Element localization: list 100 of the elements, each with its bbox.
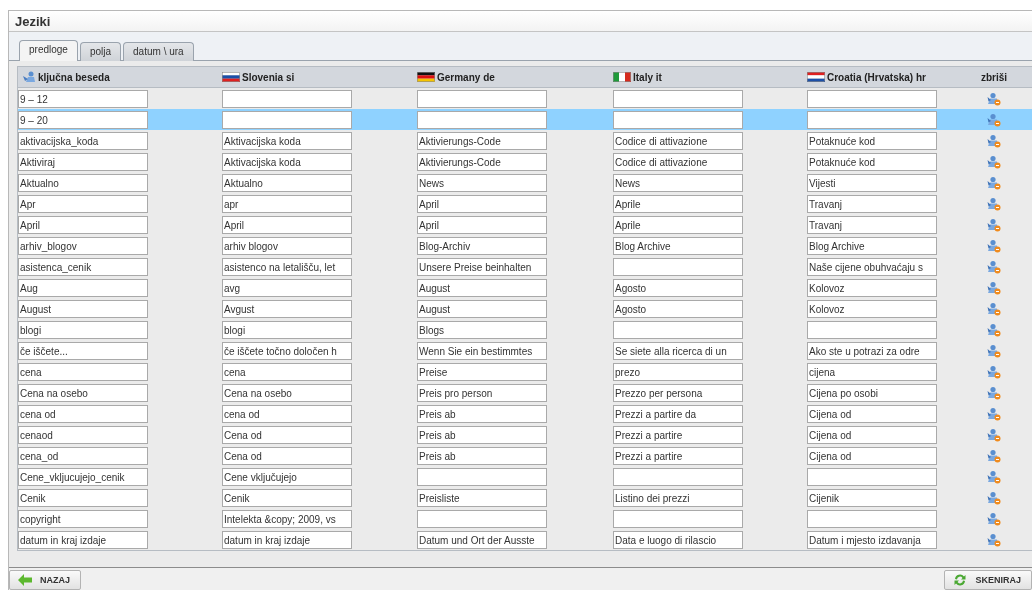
text-field[interactable]: 9 – 12: [18, 90, 148, 109]
text-field[interactable]: Travanj: [807, 216, 937, 235]
text-field[interactable]: Blogs: [417, 321, 547, 340]
text-field[interactable]: datum in kraj izdaje: [222, 531, 352, 550]
text-field[interactable]: Data e luogo di rilascio: [613, 531, 743, 550]
text-field[interactable]: Naše cijene obuhvaćaju s: [807, 258, 937, 277]
text-field[interactable]: Aktualno: [18, 174, 148, 193]
text-field[interactable]: Aktivierungs-Code: [417, 132, 547, 151]
text-field[interactable]: News: [417, 174, 547, 193]
text-field[interactable]: Preise: [417, 363, 547, 382]
text-field[interactable]: Cijena od: [807, 426, 937, 445]
text-field[interactable]: Kolovoz: [807, 279, 937, 298]
text-field[interactable]: Datum i mjesto izdavanja: [807, 531, 937, 550]
text-field[interactable]: Aktiviraj: [18, 153, 148, 172]
text-field[interactable]: če iščete...: [18, 342, 148, 361]
text-field[interactable]: News: [613, 174, 743, 193]
text-field[interactable]: Aprile: [613, 195, 743, 214]
text-field[interactable]: Cena na osebo: [222, 384, 352, 403]
text-field[interactable]: Preisliste: [417, 489, 547, 508]
text-field[interactable]: Aug: [18, 279, 148, 298]
text-field[interactable]: Prezzi a partire: [613, 426, 743, 445]
text-field[interactable]: Wenn Sie ein bestimmtes: [417, 342, 547, 361]
text-field[interactable]: Prezzi a partire da: [613, 405, 743, 424]
text-field[interactable]: Listino dei prezzi: [613, 489, 743, 508]
text-field[interactable]: Se siete alla ricerca di un: [613, 342, 743, 361]
text-field[interactable]: Cijena od: [807, 447, 937, 466]
text-field[interactable]: avg: [222, 279, 352, 298]
text-field[interactable]: datum in kraj izdaje: [18, 531, 148, 550]
text-field[interactable]: arhiv_blogov: [18, 237, 148, 256]
text-field[interactable]: August: [417, 279, 547, 298]
tab[interactable]: datum \ ura: [123, 42, 194, 61]
column-header: Croatia (Hrvatska) hr: [827, 71, 926, 83]
text-field[interactable]: April: [222, 216, 352, 235]
text-field[interactable]: Ako ste u potrazi za odre: [807, 342, 937, 361]
text-field[interactable]: Datum und Ort der Ausste: [417, 531, 547, 550]
text-field[interactable]: Preis ab: [417, 405, 547, 424]
text-field[interactable]: arhiv blogov: [222, 237, 352, 256]
text-field[interactable]: Cena od: [222, 447, 352, 466]
text-field[interactable]: Apr: [18, 195, 148, 214]
text-field[interactable]: če iščete točno določen h: [222, 342, 352, 361]
text-field[interactable]: Blog Archive: [807, 237, 937, 256]
text-field[interactable]: Codice di attivazione: [613, 132, 743, 151]
text-field[interactable]: Prezzo per persona: [613, 384, 743, 403]
text-field[interactable]: Aprile: [613, 216, 743, 235]
text-field[interactable]: cena_od: [18, 447, 148, 466]
text-field[interactable]: copyright: [18, 510, 148, 529]
text-field[interactable]: Aktualno: [222, 174, 352, 193]
text-field[interactable]: April: [417, 216, 547, 235]
text-field[interactable]: Preis pro person: [417, 384, 547, 403]
text-field[interactable]: Agosto: [613, 279, 743, 298]
back-button[interactable]: NAZAJ: [9, 570, 81, 590]
text-field[interactable]: Preis ab: [417, 447, 547, 466]
text-field[interactable]: Potaknuće kod: [807, 153, 937, 172]
text-field[interactable]: aktivacijska_koda: [18, 132, 148, 151]
text-field[interactable]: Cenik: [18, 489, 148, 508]
text-field[interactable]: Preis ab: [417, 426, 547, 445]
text-field[interactable]: April: [417, 195, 547, 214]
text-field[interactable]: August: [417, 300, 547, 319]
text-field[interactable]: Intelekta &copy; 2009, vs: [222, 510, 352, 529]
text-field[interactable]: Vijesti: [807, 174, 937, 193]
text-field[interactable]: Prezzi a partire: [613, 447, 743, 466]
text-field[interactable]: cena od: [222, 405, 352, 424]
tab[interactable]: predloge: [19, 40, 78, 61]
text-field[interactable]: April: [18, 216, 148, 235]
text-field[interactable]: Unsere Preise beinhalten: [417, 258, 547, 277]
text-field[interactable]: Travanj: [807, 195, 937, 214]
text-field[interactable]: cena: [18, 363, 148, 382]
text-field[interactable]: Cenik: [222, 489, 352, 508]
text-field[interactable]: Blog Archive: [613, 237, 743, 256]
text-field[interactable]: cena: [222, 363, 352, 382]
selected-row[interactable]: 9 – 20: [18, 109, 1032, 130]
text-field[interactable]: Aktivacijska koda: [222, 153, 352, 172]
text-field[interactable]: asistenco na letališču, let: [222, 258, 352, 277]
text-field[interactable]: Cena na osebo: [18, 384, 148, 403]
text-field[interactable]: prezo: [613, 363, 743, 382]
text-field[interactable]: Agosto: [613, 300, 743, 319]
text-field[interactable]: Cijena od: [807, 405, 937, 424]
text-field[interactable]: Potaknuće kod: [807, 132, 937, 151]
text-field[interactable]: Cena od: [222, 426, 352, 445]
text-field[interactable]: Cene_vkljucujejo_cenik: [18, 468, 148, 487]
text-field[interactable]: Aktivierungs-Code: [417, 153, 547, 172]
text-field[interactable]: cijena: [807, 363, 937, 382]
text-field[interactable]: blogi: [222, 321, 352, 340]
text-field[interactable]: Aktivacijska koda: [222, 132, 352, 151]
text-field[interactable]: Blog-Archiv: [417, 237, 547, 256]
text-field[interactable]: blogi: [18, 321, 148, 340]
text-field[interactable]: August: [18, 300, 148, 319]
text-field[interactable]: asistenca_cenik: [18, 258, 148, 277]
text-field[interactable]: Kolovoz: [807, 300, 937, 319]
text-field[interactable]: Cijenik: [807, 489, 937, 508]
text-field[interactable]: apr: [222, 195, 352, 214]
text-field[interactable]: Avgust: [222, 300, 352, 319]
text-field[interactable]: cena od: [18, 405, 148, 424]
text-field[interactable]: Codice di attivazione: [613, 153, 743, 172]
text-field[interactable]: Cijena po osobi: [807, 384, 937, 403]
scan-button[interactable]: SKENIRAJ: [944, 570, 1032, 590]
text-field[interactable]: cenaod: [18, 426, 148, 445]
text-field[interactable]: Cene vključujejo: [222, 468, 352, 487]
tab[interactable]: polja: [79, 42, 122, 61]
text-field[interactable]: 9 – 20: [18, 111, 148, 130]
